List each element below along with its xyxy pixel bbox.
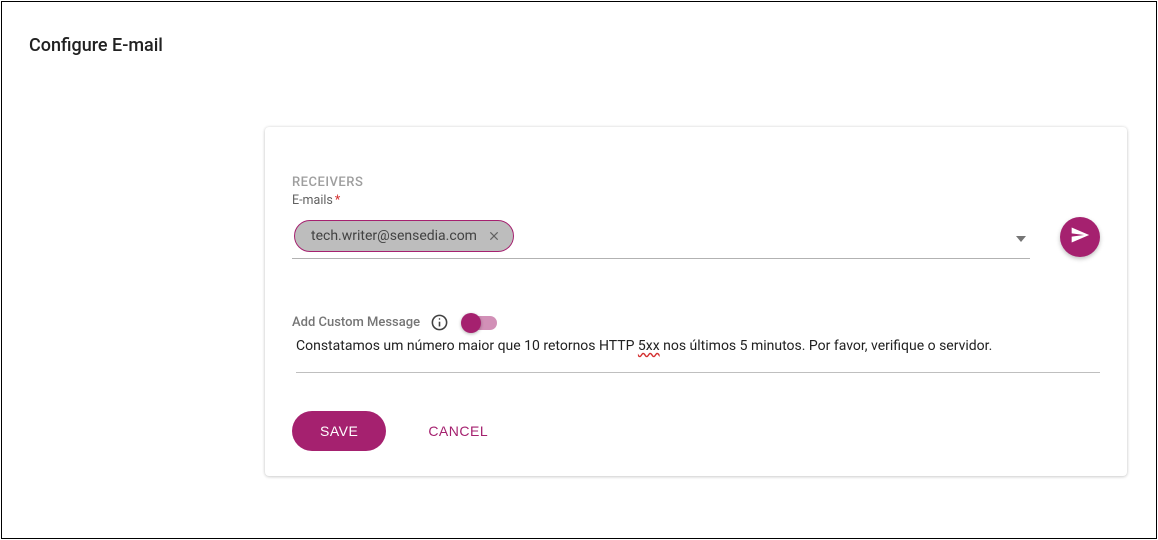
custom-message-text-pre: Constatamos um número maior que 10 retor… bbox=[296, 338, 638, 354]
emails-input[interactable]: tech.writer@sensedia.com bbox=[292, 214, 1030, 259]
page-title: Configure E-mail bbox=[29, 35, 163, 56]
email-chip[interactable]: tech.writer@sensedia.com bbox=[294, 220, 514, 252]
send-icon bbox=[1070, 225, 1090, 248]
add-custom-message-toggle[interactable] bbox=[463, 315, 497, 331]
receivers-section-label: RECEIVERS bbox=[292, 175, 1100, 190]
custom-message-text-spell: 5xx bbox=[638, 338, 660, 354]
chevron-down-icon[interactable] bbox=[1016, 227, 1026, 246]
emails-field-label: E-mails* bbox=[292, 193, 1100, 208]
email-chip-label: tech.writer@sensedia.com bbox=[311, 228, 477, 244]
info-icon[interactable] bbox=[430, 313, 449, 332]
add-custom-message-label: Add Custom Message bbox=[292, 315, 420, 330]
required-indicator: * bbox=[335, 193, 340, 208]
cancel-button[interactable]: CANCEL bbox=[428, 423, 488, 439]
emails-field-label-text: E-mails bbox=[292, 193, 333, 208]
custom-message-input[interactable]: Constatamos um número maior que 10 retor… bbox=[296, 338, 1100, 373]
send-button[interactable] bbox=[1060, 217, 1100, 257]
close-icon[interactable] bbox=[485, 227, 503, 245]
custom-message-text-post: nos últimos 5 minutos. Por favor, verifi… bbox=[660, 338, 993, 354]
save-button[interactable]: SAVE bbox=[292, 411, 386, 451]
configure-email-card: RECEIVERS E-mails* tech.writer@sensedia.… bbox=[265, 127, 1127, 476]
